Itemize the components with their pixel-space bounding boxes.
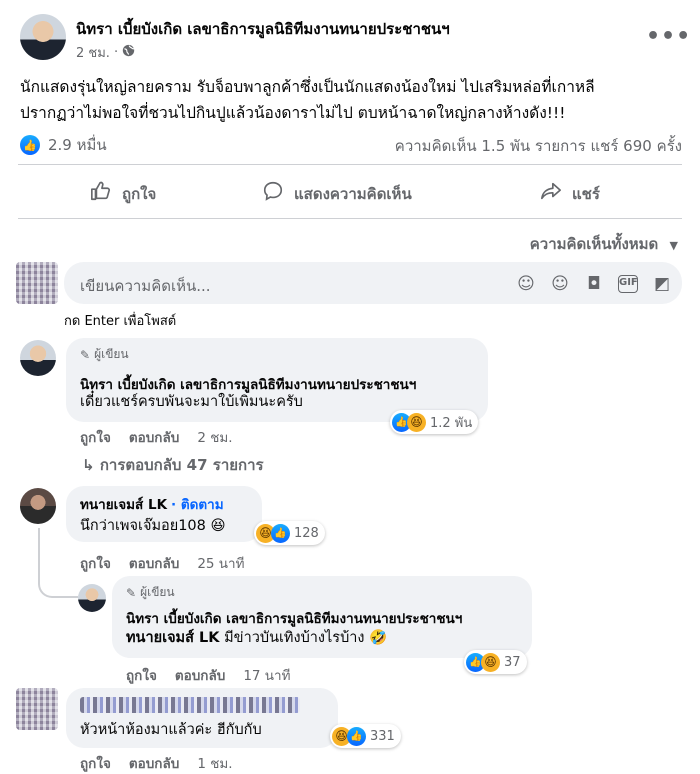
comment-icon [262, 180, 284, 207]
reply-author-name[interactable]: นิทรา เบี้ยบังเกิด เลขาธิการมูลนิธิทีมงา… [126, 607, 462, 629]
post-stats[interactable]: ความคิดเห็น 1.5 พัน รายการ แชร์ 690 ครั้… [395, 134, 682, 158]
post-time[interactable]: 2 ชม. [76, 42, 110, 63]
like-reaction-icon: 👍 [271, 523, 290, 543]
reply-actions: ถูกใจ ตอบกลับ 17 นาที [126, 664, 291, 686]
reply-avatar[interactable] [78, 584, 106, 612]
comment-like-button[interactable]: ถูกใจ [126, 664, 157, 686]
like-reaction-icon: 👍 [347, 726, 366, 746]
post-text: นักแสดงรุ่นใหญ่ลายคราม รับจ็อบพาลูกค้าซึ… [20, 78, 595, 122]
gif-icon[interactable]: GIF [618, 275, 638, 293]
comment-reply-button[interactable]: ตอบกลับ [129, 552, 179, 574]
comment-like-button[interactable]: ถูกใจ [80, 552, 111, 574]
reply-text: ทนายเจมส์ LK มีข่าวบันเทิงบ้างไรบ้าง 🤣 [126, 630, 388, 646]
post-author-name[interactable]: นิทรา เบี้ยบังเกิด เลขาธิการมูลนิธิทีมงา… [76, 17, 450, 41]
post-reactions[interactable]: 👍 2.9 หมื่น [20, 133, 107, 157]
camera-icon[interactable]: ◘ [584, 274, 604, 294]
comment-time[interactable]: 25 นาที [197, 552, 244, 574]
globe-icon [122, 44, 135, 61]
press-enter-hint: กด Enter เพื่อโพสต์ [64, 314, 177, 329]
comment-actions: ถูกใจ ตอบกลับ 1 ชม. [80, 752, 233, 774]
like-reaction-icon: 👍 [20, 135, 40, 155]
reply-reactions[interactable]: 👍 😆 37 [464, 650, 527, 674]
comment-time[interactable]: 1 ชม. [197, 752, 232, 774]
comment-actions: ถูกใจ ตอบกลับ 2 ชม. [80, 426, 233, 448]
divider [18, 218, 682, 219]
post-author-avatar[interactable] [20, 14, 66, 60]
comment-time[interactable]: 2 ชม. [197, 426, 232, 448]
reply-connector [38, 528, 78, 598]
reply-arrow-icon: ↳ [82, 456, 95, 474]
view-replies-link[interactable]: ↳ การตอบกลับ 47 รายการ [82, 453, 264, 477]
comment-actions: ถูกใจ ตอบกลับ 25 นาที [80, 552, 245, 574]
current-user-avatar[interactable] [16, 262, 58, 304]
comment-reply-button[interactable]: ตอบกลับ [129, 426, 179, 448]
pencil-icon: ✎ [126, 585, 137, 600]
post-reaction-count: 2.9 หมื่น [48, 136, 107, 154]
comment-reactions[interactable]: 😆 👍 128 [254, 521, 325, 545]
composer-tools: ☺ ☺ ◘ GIF ◩ [516, 274, 672, 294]
comment-like-button[interactable]: ถูกใจ [80, 752, 111, 774]
comment-avatar[interactable] [20, 488, 56, 524]
more-options-icon[interactable]: ••• [646, 24, 691, 49]
comment-text: เดี๋ยวแชร์ครบพันจะมาใบ้เพิ่มนะครับ [80, 394, 303, 410]
share-icon [540, 180, 562, 207]
comment-button[interactable]: แสดงความคิดเห็น [262, 180, 412, 207]
pencil-icon: ✎ [80, 347, 91, 362]
comment-header: ทนายเจมส์ LK · ติดตาม [80, 493, 224, 515]
comment-avatar[interactable] [20, 340, 56, 376]
comment-sort-dropdown[interactable]: ความคิดเห็นทั้งหมด ▼ [530, 232, 678, 256]
comment-avatar[interactable] [16, 688, 58, 730]
comment-input-placeholder: เขียนความคิดเห็น... [80, 277, 211, 295]
sticker-icon[interactable]: ◩ [652, 274, 672, 294]
comment-like-button[interactable]: ถูกใจ [80, 426, 111, 448]
follow-link[interactable]: · ติดตาม [171, 493, 224, 515]
author-badge: ✎ ผู้เขียน [80, 347, 129, 362]
comment-reactions[interactable]: 👍 😆 1.2 พัน [390, 410, 479, 434]
comment-text: นึกว่าเพจเจ๊มอย108 😆 [80, 518, 226, 534]
comment-reply-button[interactable]: ตอบกลับ [129, 752, 179, 774]
comment-author-name[interactable]: ทนายเจมส์ LK [80, 493, 167, 515]
comment-time[interactable]: 17 นาที [243, 664, 290, 686]
haha-reaction-icon: 😆 [407, 412, 426, 432]
haha-reaction-icon: 😆 [481, 652, 500, 672]
emoji-icon[interactable]: ☺ [550, 274, 570, 294]
comment-text: หัวหน้าห้องมาแล้วค่ะ ฮีกับกับ [80, 722, 262, 738]
blurred-author-name [80, 697, 300, 713]
avatar-sticker-icon[interactable]: ☺ [516, 274, 536, 294]
divider [18, 164, 682, 165]
post-meta: 2 ชม. · [76, 42, 135, 63]
caret-down-icon: ▼ [669, 239, 678, 252]
like-button[interactable]: ถูกใจ [90, 180, 156, 207]
author-badge: ✎ ผู้เขียน [126, 585, 175, 600]
comment-reactions[interactable]: 😆 👍 331 [330, 724, 401, 748]
thumbs-up-icon [90, 180, 112, 207]
share-button[interactable]: แชร์ [540, 180, 600, 207]
mentioned-user[interactable]: ทนายเจมส์ LK [126, 630, 220, 646]
comment-reply-button[interactable]: ตอบกลับ [175, 664, 225, 686]
